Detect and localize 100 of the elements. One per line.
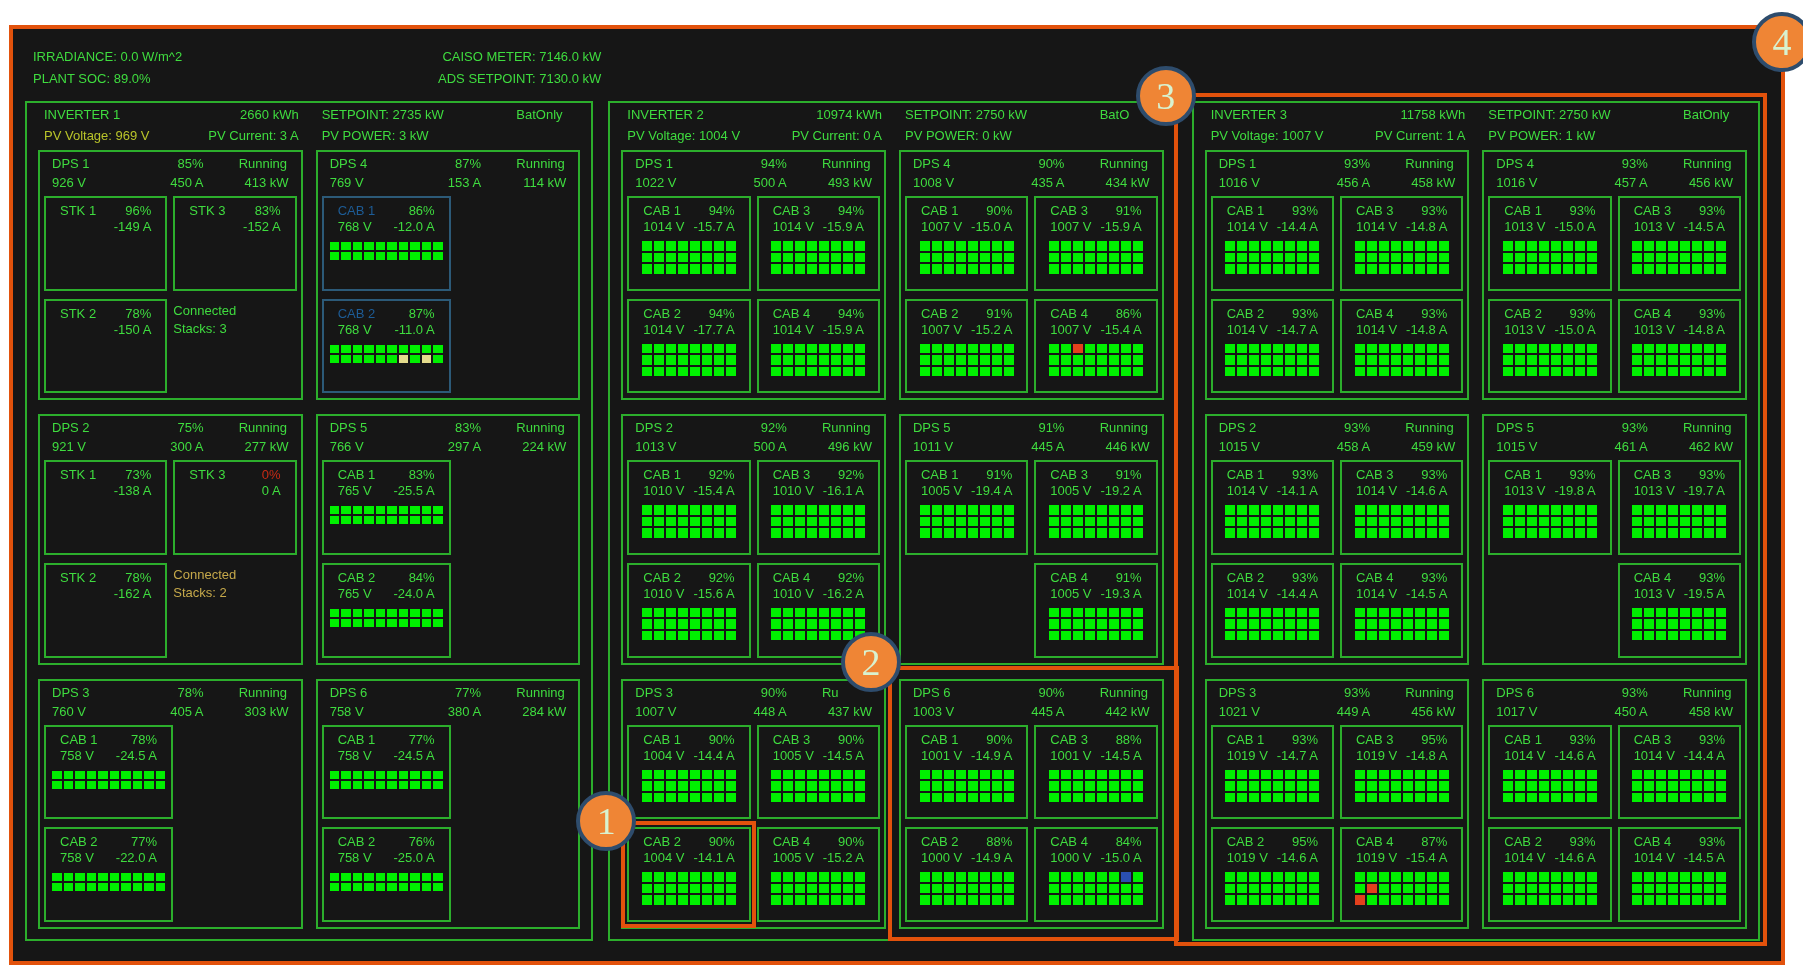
plant-reading: CAISO METER: 7146.0 kW: [442, 48, 602, 66]
status-label: Running: [821, 419, 872, 438]
soc-reading: 88%: [985, 834, 1013, 851]
stack-count-note: Connected Stacks: 2: [173, 566, 238, 602]
soc-reading: 91%: [985, 467, 1013, 484]
stack-name: STK 3: [189, 467, 226, 484]
pv-voltage: PV Voltage: 1007 V: [1210, 127, 1324, 145]
cabinet-name: CAB 2: [337, 570, 376, 586]
soc-reading: 93%: [1697, 570, 1725, 586]
cabinet-name: CAB 3: [1356, 203, 1395, 219]
current-reading: -14.4 A: [693, 747, 735, 764]
status-label: Running: [821, 155, 872, 173]
soc-reading: 93%: [1290, 203, 1318, 219]
current-reading: -22.0 A: [115, 850, 157, 867]
soc-reading: 77%: [454, 683, 482, 702]
current-reading: -16.2 A: [822, 586, 864, 602]
voltage-reading: 1005 V: [1050, 483, 1092, 500]
power-reading: 437 kW: [826, 702, 872, 721]
soc-reading: 93%: [1697, 203, 1725, 219]
soc-reading: 91%: [985, 305, 1013, 322]
soc-reading: 77%: [407, 731, 435, 748]
soc-reading: 93%: [1290, 305, 1318, 322]
soc-reading: 92%: [836, 570, 864, 586]
soc-reading: 87%: [1420, 834, 1448, 851]
voltage-reading: 1014 V: [1226, 219, 1268, 235]
current-reading: -19.2 A: [1100, 483, 1142, 500]
plant-reading: PLANT SOC: 89.0%: [33, 70, 152, 88]
current-reading: -14.6 A: [1406, 483, 1448, 500]
current-reading: -14.7 A: [1276, 321, 1318, 338]
current-reading: 457 A: [1613, 174, 1648, 192]
pv-voltage: PV Voltage: 1004 V: [627, 127, 741, 145]
voltage-reading: 1005 V: [921, 483, 963, 500]
voltage-reading: 1003 V: [913, 702, 956, 721]
current-reading: 153 A: [446, 174, 482, 192]
soc-reading: 93%: [1290, 570, 1318, 586]
soc-reading: 93%: [1620, 683, 1648, 702]
dps-name: DPS 3: [635, 683, 674, 702]
current-reading: -14.5 A: [1683, 850, 1725, 867]
current-reading: -19.3 A: [1100, 586, 1142, 602]
voltage-reading: 1001 V: [921, 747, 963, 764]
plant-reading: ADS SETPOINT: 7130.0 kW: [438, 70, 602, 88]
current-reading: -15.9 A: [1100, 219, 1142, 235]
voltage-reading: 1019 V: [1356, 747, 1398, 764]
soc-reading: 78%: [124, 305, 152, 322]
dps-name: DPS 6: [329, 683, 369, 702]
cabinet-name: CAB 2: [1226, 834, 1266, 851]
stack-count-note: Connected Stacks: 3: [173, 301, 238, 338]
setpoint-reading: SETPOINT: 2735 kW: [321, 106, 444, 124]
voltage-reading: 1015 V: [1496, 438, 1539, 457]
setpoint-reading: SETPOINT: 2750 kW: [905, 106, 1028, 124]
cabinet-name: CAB 3: [772, 731, 812, 748]
soc-reading: 93%: [1290, 467, 1318, 484]
soc-reading: 93%: [1343, 155, 1371, 173]
voltage-reading: 1013 V: [1633, 586, 1675, 602]
pv-current: PV Current: 3 A: [208, 127, 299, 145]
cabinet-name: CAB 2: [1226, 570, 1266, 586]
current-reading: -15.9 A: [822, 219, 864, 235]
soc-reading: 84%: [407, 570, 435, 586]
cabinet-name: CAB 4: [1050, 570, 1089, 586]
plant-reading: IRRADIANCE: 0.0 W/m^2: [33, 48, 183, 66]
current-reading: -150 A: [113, 321, 152, 338]
power-reading: 462 kW: [1687, 438, 1733, 457]
soc-reading: 84%: [1114, 834, 1142, 851]
power-reading: 224 kW: [521, 438, 567, 457]
voltage-reading: 1013 V: [1633, 483, 1675, 500]
voltage-reading: 1019 V: [1356, 850, 1398, 867]
power-reading: 284 kW: [521, 702, 567, 721]
voltage-reading: 1000 V: [1050, 850, 1092, 867]
cabinet-name: CAB 1: [643, 203, 682, 219]
soc-reading: 90%: [836, 834, 864, 851]
cabinet-name: CAB 4: [772, 305, 812, 322]
current-reading: -14.9 A: [971, 850, 1013, 867]
power-reading: 442 kW: [1104, 702, 1150, 721]
current-reading: -19.5 A: [1683, 586, 1725, 602]
cabinet-name: CAB 1: [921, 731, 960, 748]
voltage-reading: 1007 V: [1050, 321, 1092, 338]
soc-reading: 93%: [1697, 834, 1725, 851]
current-reading: -162 A: [113, 586, 152, 602]
current-reading: 458 A: [1335, 438, 1371, 457]
soc-reading: 93%: [1620, 419, 1648, 438]
dps-name: DPS 4: [329, 155, 369, 173]
soc-reading: 0%: [261, 467, 281, 484]
power-reading: 458 kW: [1410, 174, 1456, 192]
pv-current: PV Current: 1 A: [1375, 127, 1466, 145]
cabinet-name: CAB 4: [1633, 834, 1673, 851]
voltage-reading: 1007 V: [921, 321, 963, 338]
current-reading: 449 A: [1335, 702, 1371, 721]
mode-label: BatOnly: [516, 106, 564, 124]
voltage-reading: 1014 V: [1356, 219, 1398, 235]
current-reading: -138 A: [113, 483, 152, 500]
cabinet-name: CAB 3: [1356, 467, 1395, 484]
current-reading: -24.5 A: [393, 747, 435, 764]
voltage-reading: 1014 V: [1504, 850, 1546, 867]
status-label: Running: [238, 419, 289, 438]
soc-reading: 93%: [1620, 155, 1648, 173]
cabinet-name: CAB 1: [60, 731, 98, 748]
soc-reading: 83%: [454, 419, 482, 438]
status-label: Running: [1099, 419, 1150, 438]
callout-badge: 1: [576, 791, 637, 852]
voltage-reading: 768 V: [337, 321, 373, 338]
